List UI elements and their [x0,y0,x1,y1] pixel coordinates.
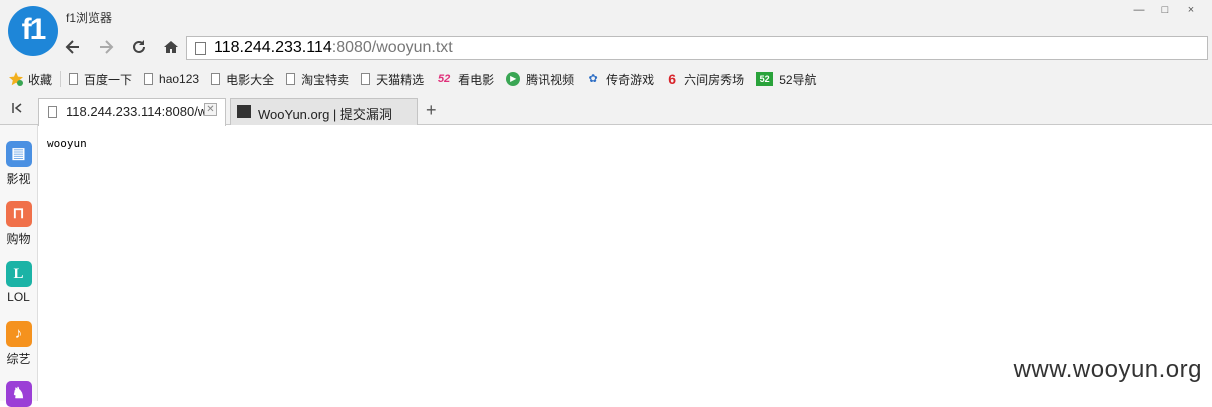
star-icon [9,72,23,86]
favorites-button[interactable]: 收藏 [0,68,58,90]
favorites-label: 收藏 [28,72,53,87]
page-icon [48,106,57,118]
page-icon [211,73,221,85]
wooyun-favicon-icon [237,105,251,118]
browser-logo: f1 [8,6,58,56]
bookmark-label: 看电影 [458,72,495,87]
back-button[interactable] [62,38,84,60]
home-icon [164,41,178,53]
purple-app-icon: ♞ [5,381,32,407]
bookmark-label: 百度一下 [84,72,133,87]
close-window-button[interactable]: × [1178,2,1204,18]
page-icon [69,73,79,85]
tab-wooyun[interactable]: WooYun.org | 提交漏洞 [230,98,418,125]
sidebar-label: 影视 [6,172,31,186]
bookmark-label: 天猫精选 [376,72,425,87]
app-sidebar: ▤ 影视 ⊓ 购物 L LOL ♪ 综艺 ♞ [0,125,38,407]
tab-label: 118.244.233.114:8080/w [66,104,206,119]
reload-button[interactable] [128,38,150,60]
navigation-bar: 118.244.233.114:8080/wooyun.txt [0,34,1212,64]
microphone-icon: ♪ [5,321,32,347]
sidebar-item-purple-app[interactable]: ♞ [0,381,37,407]
bookmark-item[interactable]: ▶ 腾讯视频 [500,68,580,90]
close-tab-icon[interactable]: ✕ [204,103,217,116]
forward-button[interactable] [95,38,117,60]
address-bar[interactable]: 118.244.233.114:8080/wooyun.txt [186,36,1208,60]
lol-icon: L [5,261,32,287]
bookmark-item[interactable]: hao123 [138,68,205,90]
window-controls: — □ × [1126,2,1204,18]
sidebar-label: 综艺 [6,352,31,366]
six-room-icon: 6 [668,70,677,87]
sidebar-item-lol[interactable]: L LOL [0,261,37,304]
tab-label: WooYun.org | 提交漏洞 [258,107,392,122]
bookmarks-bar: 收藏 百度一下 hao123 电影大全 淘宝特卖 天猫精选 52 看电影 ▶ 腾讯视… [0,64,1212,94]
page-icon [144,73,154,85]
collapse-sidebar-icon [12,103,22,113]
bookmark-item[interactable]: 52 52导航 [750,68,822,90]
maximize-button[interactable]: □ [1152,2,1178,18]
bookmark-item[interactable]: 电影大全 [205,68,280,90]
bookmark-label: 传奇游戏 [606,72,655,87]
url-path: :8080/wooyun.txt [331,39,453,56]
bookmark-item[interactable]: 52 看电影 [430,68,500,90]
url-host: 118.244.233.114 [214,39,332,56]
sidebar-item-shopping[interactable]: ⊓ 购物 [0,201,37,247]
bookmark-label: 六间房秀场 [684,72,745,87]
bookmark-label: 淘宝特卖 [301,72,350,87]
bookmark-item[interactable]: ✿ 传奇游戏 [580,68,660,90]
minimize-button[interactable]: — [1126,2,1152,18]
sidebar-item-variety[interactable]: ♪ 综艺 [0,321,37,367]
new-tab-button[interactable]: + [426,101,437,119]
reload-icon [133,40,145,53]
52-nav-icon: 52 [756,72,774,86]
52-logo-icon: 52 [438,72,451,85]
bookmark-label: 电影大全 [226,72,275,87]
bookmark-item[interactable]: 淘宝特卖 [280,68,355,90]
watermark-text: www.wooyun.org [1013,356,1202,383]
page-icon [361,73,371,85]
page-body-text: wooyun [47,137,87,150]
tab-strip: 118.244.233.114:8080/w ✕ WooYun.org | 提交… [0,94,1212,126]
bookmark-separator [60,71,62,87]
tencent-video-icon: ▶ [506,72,521,86]
bookmark-label: 52导航 [779,72,817,87]
bookmark-label: 腾讯视频 [526,72,575,87]
sidebar-label: LOL [7,290,30,304]
sidebar-label: 购物 [6,232,31,246]
title-bar: f1 f1浏览器 — □ × [0,0,1212,56]
app-title: f1浏览器 [66,11,113,25]
arrow-right-icon [100,40,114,54]
game-icon: ✿ [588,72,598,85]
page-icon [286,73,296,85]
page-icon [195,42,206,55]
arrow-left-icon [65,40,79,54]
tab-active[interactable]: 118.244.233.114:8080/w ✕ [38,98,226,126]
bookmark-item[interactable]: 百度一下 [63,68,138,90]
bookmark-item[interactable]: 天猫精选 [355,68,430,90]
sidebar-item-video[interactable]: ▤ 影视 [0,141,37,187]
bookmark-item[interactable]: 6 六间房秀场 [660,68,750,90]
shopping-bag-icon: ⊓ [5,201,32,227]
sidebar-toggle-button[interactable] [11,102,23,117]
url-text[interactable]: 118.244.233.114:8080/wooyun.txt [214,39,453,57]
home-button[interactable] [160,38,182,60]
bookmark-label: hao123 [159,72,200,86]
film-icon: ▤ [5,141,32,167]
